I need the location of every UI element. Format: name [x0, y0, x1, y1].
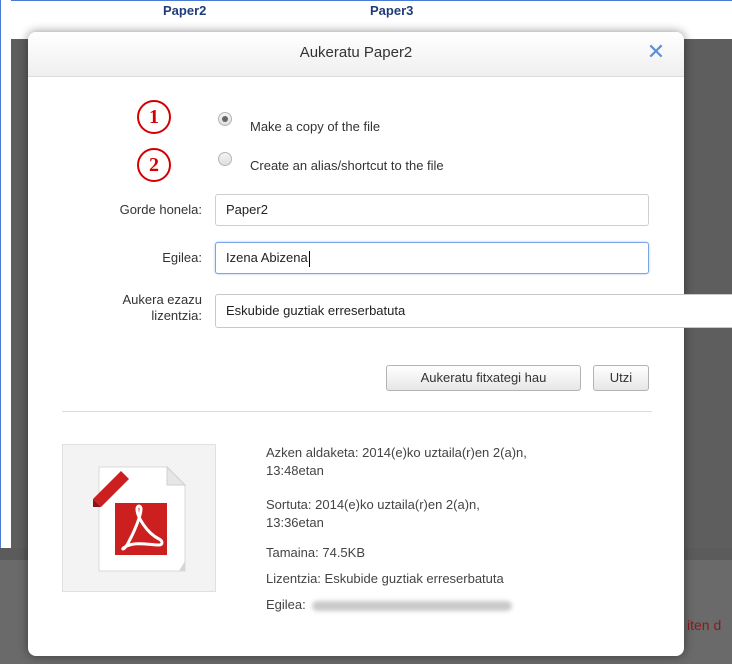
author-input[interactable]: Izena Abizena: [215, 242, 649, 274]
author-info: Egilea:: [266, 596, 512, 614]
background-side-text: iten d: [687, 617, 722, 633]
author-label: Egilea:: [162, 250, 202, 265]
dialog-header: Aukeratu Paper2 ✕: [28, 32, 684, 77]
copy-file-radio[interactable]: [218, 112, 232, 126]
column-header-paper3: Paper3: [370, 3, 414, 18]
modified-line2: 13:48etan: [266, 463, 324, 478]
save-as-label: Gorde honela:: [119, 202, 202, 217]
created-line1: Sortuta: 2014(e)ko uztaila(r)en 2(a)n,: [266, 497, 480, 512]
cancel-button[interactable]: Utzi: [593, 365, 649, 391]
alias-file-radio[interactable]: [218, 152, 232, 166]
author-info-label: Egilea:: [266, 597, 306, 612]
pdf-file-icon: [93, 465, 187, 572]
copy-file-label[interactable]: Make a copy of the file: [250, 119, 380, 134]
modified-info: Azken aldaketa: 2014(e)ko uztaila(r)en 2…: [266, 444, 527, 480]
dialog-title: Aukeratu Paper2: [299, 44, 413, 61]
license-select[interactable]: Eskubide guztiak erreserbatuta ▼: [215, 294, 732, 328]
text-caret: [308, 250, 310, 267]
annotation-marker-1: 1: [137, 100, 171, 134]
alias-file-label[interactable]: Create an alias/shortcut to the file: [250, 158, 444, 173]
redacted-author-name: [311, 600, 512, 611]
license-label: Aukera ezazu lizentzia:: [48, 292, 203, 324]
select-file-button[interactable]: Aukeratu fitxategi hau: [386, 365, 581, 391]
license-label-line2: lizentzia:: [151, 308, 202, 323]
created-line2: 13:36etan: [266, 515, 324, 530]
file-picker-dialog: Aukeratu Paper2 ✕ 1 2 Make a copy of the…: [28, 32, 732, 656]
divider: [62, 411, 652, 412]
file-thumbnail: [62, 444, 216, 592]
annotation-marker-2: 2: [137, 148, 171, 182]
save-as-input[interactable]: Paper2: [215, 194, 649, 226]
author-input-value: Izena Abizena: [226, 250, 308, 265]
modified-line1: Azken aldaketa: 2014(e)ko uztaila(r)en 2…: [266, 445, 527, 460]
size-info: Tamaina: 74.5KB: [266, 545, 366, 560]
close-icon[interactable]: ✕: [646, 41, 666, 63]
license-label-line1: Aukera ezazu: [122, 292, 203, 307]
column-header-paper2: Paper2: [163, 3, 207, 18]
created-info: Sortuta: 2014(e)ko uztaila(r)en 2(a)n, 1…: [266, 496, 480, 532]
license-info: Lizentzia: Eskubide guztiak erreserbatut…: [266, 571, 504, 586]
license-select-value: Eskubide guztiak erreserbatuta: [226, 303, 406, 318]
